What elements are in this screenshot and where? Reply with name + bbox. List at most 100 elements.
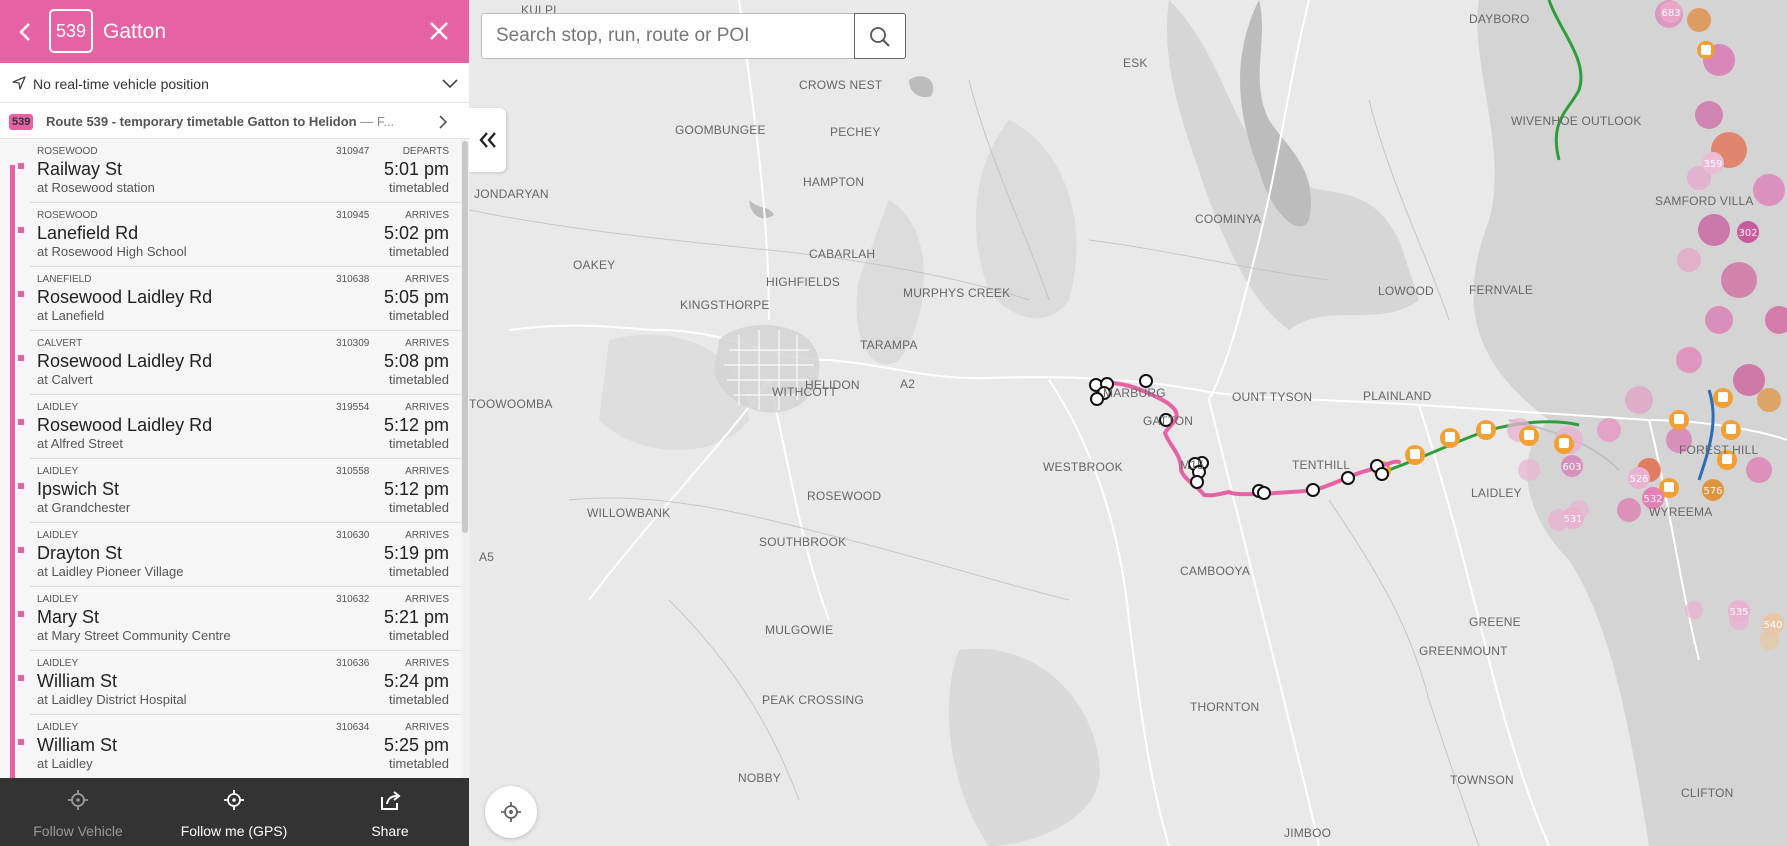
stop-time: 5:19 pm [383, 543, 449, 563]
stop-time: 5:01 pm [383, 159, 449, 179]
share-icon [381, 791, 401, 810]
place-label: NOBBY [738, 771, 782, 785]
vehicle-status-bar[interactable]: No real-time vehicle position [0, 63, 469, 103]
back-button[interactable] [14, 18, 38, 46]
follow-me-button[interactable]: Follow me (GPS) [156, 778, 312, 846]
stop-location: at Grandchester [37, 500, 131, 515]
stop-name: Rosewood Laidley Rd [37, 351, 213, 371]
route-number-badge: 539 [49, 9, 93, 53]
stop-marker [18, 611, 24, 617]
place-label: CROWS NEST [799, 78, 883, 92]
gps-icon [224, 790, 244, 810]
place-label: WITHCOTT [772, 385, 837, 399]
double-chevron-left-icon [479, 132, 496, 148]
stop-status: timetabled [389, 628, 449, 643]
stop-list[interactable]: ROSEWOOD 310947 DEPARTS Railway St 5:01 pm at… [0, 139, 469, 778]
stop-location: at Mary Street Community Centre [37, 628, 231, 643]
app: 539 Gatton No real-time vehicle position… [0, 0, 1787, 846]
search-input[interactable] [482, 14, 854, 58]
place-label: FOREST HILL [1679, 443, 1759, 457]
stop-row[interactable]: CALVERT 310309 ARRIVES Rosewood Laidley Rd 5… [0, 331, 461, 395]
route-header: 539 Gatton [0, 0, 469, 63]
svg-text:532: 532 [1643, 494, 1662, 505]
search-button[interactable] [854, 13, 906, 59]
search-icon [870, 27, 890, 47]
follow-vehicle-button[interactable]: Follow Vehicle [0, 778, 156, 846]
close-icon [430, 22, 448, 40]
place-label: A2 [900, 377, 916, 391]
stop-row[interactable]: LAIDLEY 319554 ARRIVES Rosewood Laidley Rd 5… [0, 395, 461, 459]
stop-name: Mary St [37, 607, 100, 627]
place-label: FERNVALE [1469, 283, 1534, 297]
locate-me-button[interactable] [485, 786, 537, 838]
place-label: MARBURG [1103, 386, 1166, 400]
stop-event-kind: ARRIVES [405, 594, 449, 605]
svg-text:302: 302 [1738, 228, 1757, 239]
stop-location: at Rosewood High School [37, 244, 187, 259]
search-box[interactable] [481, 13, 855, 59]
place-label: GREENE [1469, 615, 1521, 629]
stop-id: 310309 [336, 338, 370, 349]
stop-marker [18, 419, 24, 425]
stop-row[interactable]: LAIDLEY 310558 ARRIVES Ipswich St 5:12 pm at … [0, 459, 461, 523]
stop-status: timetabled [389, 372, 449, 387]
place-label: SAMFORD VILLA [1655, 194, 1754, 208]
stop-suburb: LAIDLEY [37, 402, 79, 413]
stop-suburb: ROSEWOOD [37, 210, 98, 221]
place-label: PLAINLAND [1363, 389, 1432, 403]
stop-row[interactable]: LAIDLEY 310630 ARRIVES Drayton St 5:19 pm at … [0, 523, 461, 587]
stop-id: 310558 [336, 466, 370, 477]
stop-name: Rosewood Laidley Rd [37, 287, 213, 307]
collapse-panel-button[interactable] [469, 108, 506, 172]
chevron-down-icon[interactable] [441, 77, 459, 89]
stop-status: timetabled [389, 692, 449, 707]
svg-text:526: 526 [1629, 474, 1648, 485]
stop-marker [18, 739, 24, 745]
stop-name: Rosewood Laidley Rd [37, 415, 213, 435]
stop-location: at Laidley Pioneer Village [37, 564, 184, 579]
route-panel: 539 Gatton No real-time vehicle position… [0, 0, 469, 846]
svg-text:535: 535 [1729, 607, 1748, 618]
stop-row[interactable]: ROSEWOOD 310947 DEPARTS Railway St 5:01 pm at… [0, 139, 461, 203]
stop-time: 5:24 pm [383, 671, 449, 691]
trip-selector[interactable]: 539 Route 539 - temporary timetable Gatt… [0, 103, 469, 139]
stop-row[interactable]: LAIDLEY 310636 ARRIVES William St 5:24 pm at … [0, 651, 461, 715]
stop-row[interactable]: ROSEWOOD 310945 ARRIVES Lanefield Rd 5:02 pm… [0, 203, 461, 267]
trip-title: Route 539 - temporary timetable Gatton t… [46, 114, 436, 129]
scrollbar-thumb[interactable] [462, 141, 468, 533]
chevron-right-icon [439, 115, 448, 129]
stop-location: at Laidley District Hospital [37, 692, 187, 707]
stop-row[interactable]: LAIDLEY 310634 ARRIVES William St 5:25 pm at … [0, 715, 461, 778]
trip-title-main: Route 539 - temporary timetable Gatton t… [46, 114, 357, 129]
place-label: WYREEMA [1649, 505, 1713, 519]
place-label: M15 [1180, 458, 1204, 472]
close-button[interactable] [426, 18, 452, 44]
stop-marker [18, 227, 24, 233]
stop-name: William St [37, 671, 117, 691]
stop-time: 5:08 pm [383, 351, 449, 371]
svg-text:576: 576 [1703, 486, 1722, 497]
place-label: PECHEY [830, 125, 881, 139]
place-label: HIGHFIELDS [766, 275, 841, 289]
stop-list-scrollbar[interactable] [461, 139, 469, 778]
place-label: TENTHILL [1292, 458, 1351, 472]
stop-marker [18, 291, 24, 297]
stop-event-kind: ARRIVES [405, 402, 449, 413]
action-footer: Follow Vehicle Follow me (GPS) Share [0, 778, 469, 846]
share-label: Share [371, 823, 409, 839]
place-label: HAMPTON [803, 175, 865, 189]
share-button[interactable]: Share [312, 778, 468, 846]
stop-suburb: CALVERT [37, 338, 83, 349]
stop-marker [18, 355, 24, 361]
stop-row[interactable]: LANEFIELD 310638 ARRIVES Rosewood Laidley R… [0, 267, 461, 331]
stop-suburb: LANEFIELD [37, 274, 92, 285]
stop-event-kind: DEPARTS [402, 146, 449, 157]
stop-row[interactable]: LAIDLEY 310632 ARRIVES Mary St 5:21 pm at Mar… [0, 587, 461, 651]
map-view[interactable]: 683 359 603 531 532 535 540 302 576 526 … [469, 0, 1787, 846]
place-label: SOUTHBROOK [759, 535, 847, 549]
stop-status: timetabled [389, 436, 449, 451]
stop-time: 5:05 pm [383, 287, 449, 307]
stop-location: at Rosewood station [37, 180, 155, 195]
stop-suburb: LAIDLEY [37, 530, 79, 541]
place-label: ESK [1123, 56, 1148, 70]
